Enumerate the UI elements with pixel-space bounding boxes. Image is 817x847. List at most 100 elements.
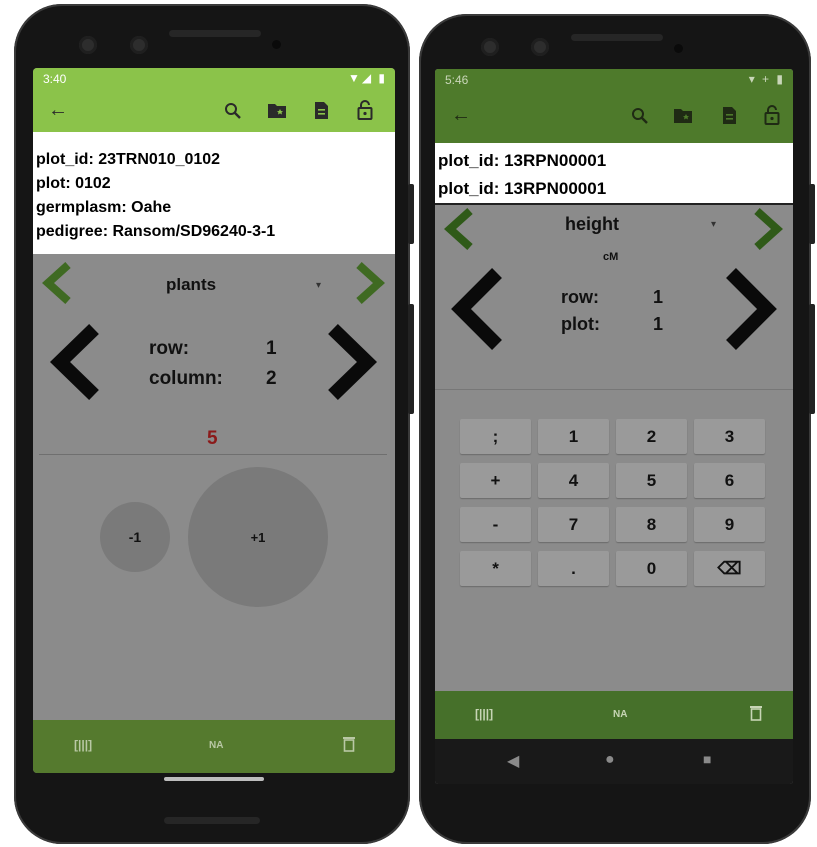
- plot-label: plot:: [561, 314, 600, 334]
- status-icons: ▾ + ▮: [748, 72, 785, 86]
- info-line: plot_id: 23TRN010_0102: [36, 151, 221, 168]
- prev-trait-arrow[interactable]: [442, 207, 476, 251]
- keypad-key[interactable]: +: [460, 463, 531, 498]
- home-nav-icon[interactable]: ●: [605, 751, 615, 769]
- current-value: 5: [207, 428, 218, 449]
- next-plot-arrow[interactable]: [325, 323, 377, 401]
- delete-icon[interactable]: [343, 736, 355, 752]
- search-icon[interactable]: [631, 107, 649, 125]
- next-trait-arrow[interactable]: [751, 207, 785, 251]
- bottom-bar: [|||] NA: [33, 720, 395, 773]
- bottom-speaker: [164, 817, 260, 824]
- status-bar: 5:46 ▾ + ▮: [435, 69, 793, 89]
- trait-unit: cM: [603, 251, 619, 263]
- next-plot-arrow[interactable]: [723, 267, 779, 351]
- backspace-key[interactable]: ⌫: [694, 551, 765, 586]
- keypad-key[interactable]: 5: [616, 463, 687, 498]
- row-value: 1: [653, 287, 664, 307]
- keypad-key[interactable]: *: [460, 551, 531, 586]
- arrow-left-icon[interactable]: ←: [48, 100, 68, 120]
- keypad-key[interactable]: 6: [694, 463, 765, 498]
- home-indicator[interactable]: [164, 777, 264, 781]
- earpiece-speaker: [169, 30, 261, 37]
- front-camera: [79, 36, 97, 54]
- status-time: 3:40: [43, 72, 67, 86]
- volume-button: [809, 304, 815, 414]
- keypad-key[interactable]: 7: [538, 507, 609, 542]
- column-label: column:: [149, 368, 223, 389]
- back-nav-icon[interactable]: ◀: [507, 751, 519, 771]
- prev-plot-arrow[interactable]: [449, 267, 505, 351]
- keypad-key[interactable]: 3: [694, 419, 765, 454]
- barcode-icon[interactable]: [|||]: [74, 738, 92, 752]
- info-line: plot_id: 13RPN00001: [438, 151, 607, 170]
- prev-plot-arrow[interactable]: [50, 323, 102, 401]
- na-button[interactable]: NA: [613, 709, 627, 720]
- toolbar: ←: [435, 89, 793, 143]
- toolbar: ←: [33, 90, 395, 132]
- dropdown-caret-icon[interactable]: ▾: [711, 219, 716, 230]
- divider: [435, 389, 793, 390]
- increment-button[interactable]: +1: [188, 467, 328, 607]
- keypad-key[interactable]: 1: [538, 419, 609, 454]
- delete-icon[interactable]: [750, 705, 762, 721]
- arrow-left-icon[interactable]: ←: [451, 105, 471, 125]
- keypad-key[interactable]: 2: [616, 419, 687, 454]
- left-phone: 3:40 ▼◢ ▮ ← plot_id: 23TRN010_0102 plot:…: [14, 4, 414, 844]
- dropdown-caret-icon[interactable]: ▾: [316, 280, 321, 291]
- row-label: row:: [561, 287, 599, 307]
- android-nav-bar: ◀ ● ■: [435, 739, 793, 784]
- document-icon[interactable]: [722, 106, 737, 125]
- front-camera: [481, 38, 499, 56]
- info-line: plot_id: 13RPN00001: [438, 179, 607, 198]
- status-time: 5:46: [445, 73, 469, 87]
- keypad-key[interactable]: 8: [616, 507, 687, 542]
- column-value: 2: [266, 368, 277, 389]
- side-button: [408, 184, 414, 244]
- keypad-key[interactable]: -: [460, 507, 531, 542]
- search-icon[interactable]: [224, 102, 242, 120]
- na-button[interactable]: NA: [209, 740, 223, 751]
- proximity-sensor: [674, 44, 683, 53]
- lock-open-icon[interactable]: [764, 105, 780, 125]
- volume-button: [408, 304, 414, 414]
- decrement-button[interactable]: -1: [100, 502, 170, 572]
- increment-label: +1: [250, 529, 266, 545]
- decrement-label: -1: [128, 529, 142, 545]
- earpiece-speaker: [571, 34, 663, 41]
- row-value: 1: [266, 338, 277, 359]
- keypad-key[interactable]: 4: [538, 463, 609, 498]
- right-screen: 5:46 ▾ + ▮ ← plot_id: 13RPN00001 plot_id…: [435, 69, 793, 784]
- trait-name[interactable]: plants: [166, 275, 216, 295]
- plot-value: 1: [653, 314, 664, 334]
- divider: [39, 454, 387, 455]
- status-icons: ▼◢ ▮: [347, 71, 387, 85]
- lock-open-icon[interactable]: [357, 100, 373, 120]
- info-line: pedigree: Ransom/SD96240-3-1: [36, 223, 276, 240]
- info-line: plot: 0102: [36, 175, 111, 192]
- status-bar: 3:40 ▼◢ ▮: [33, 68, 395, 90]
- recents-nav-icon[interactable]: ■: [703, 751, 711, 767]
- row-label: row:: [149, 338, 190, 359]
- folder-star-icon[interactable]: [267, 102, 287, 119]
- keypad-key[interactable]: ;: [460, 419, 531, 454]
- trait-name[interactable]: height: [565, 214, 619, 235]
- barcode-icon[interactable]: [|||]: [475, 707, 493, 721]
- folder-star-icon[interactable]: [673, 107, 693, 124]
- right-phone: 5:46 ▾ + ▮ ← plot_id: 13RPN00001 plot_id…: [419, 14, 815, 844]
- plot-info-panel: plot_id: 23TRN010_0102 plot: 0102 germpl…: [33, 132, 395, 254]
- prev-trait-arrow[interactable]: [42, 261, 72, 305]
- sensor: [531, 38, 549, 56]
- keypad-key[interactable]: .: [538, 551, 609, 586]
- sensor: [130, 36, 148, 54]
- bottom-bar: [|||] NA: [435, 691, 793, 739]
- document-icon[interactable]: [314, 101, 329, 120]
- next-trait-arrow[interactable]: [355, 261, 385, 305]
- keypad-key[interactable]: 0: [616, 551, 687, 586]
- info-line: germplasm: Oahe: [36, 199, 172, 216]
- keypad-key[interactable]: 9: [694, 507, 765, 542]
- proximity-sensor: [272, 40, 281, 49]
- side-button: [809, 184, 815, 244]
- plot-info-panel: plot_id: 13RPN00001 plot_id: 13RPN00001: [435, 143, 793, 205]
- left-screen: 3:40 ▼◢ ▮ ← plot_id: 23TRN010_0102 plot:…: [33, 68, 395, 773]
